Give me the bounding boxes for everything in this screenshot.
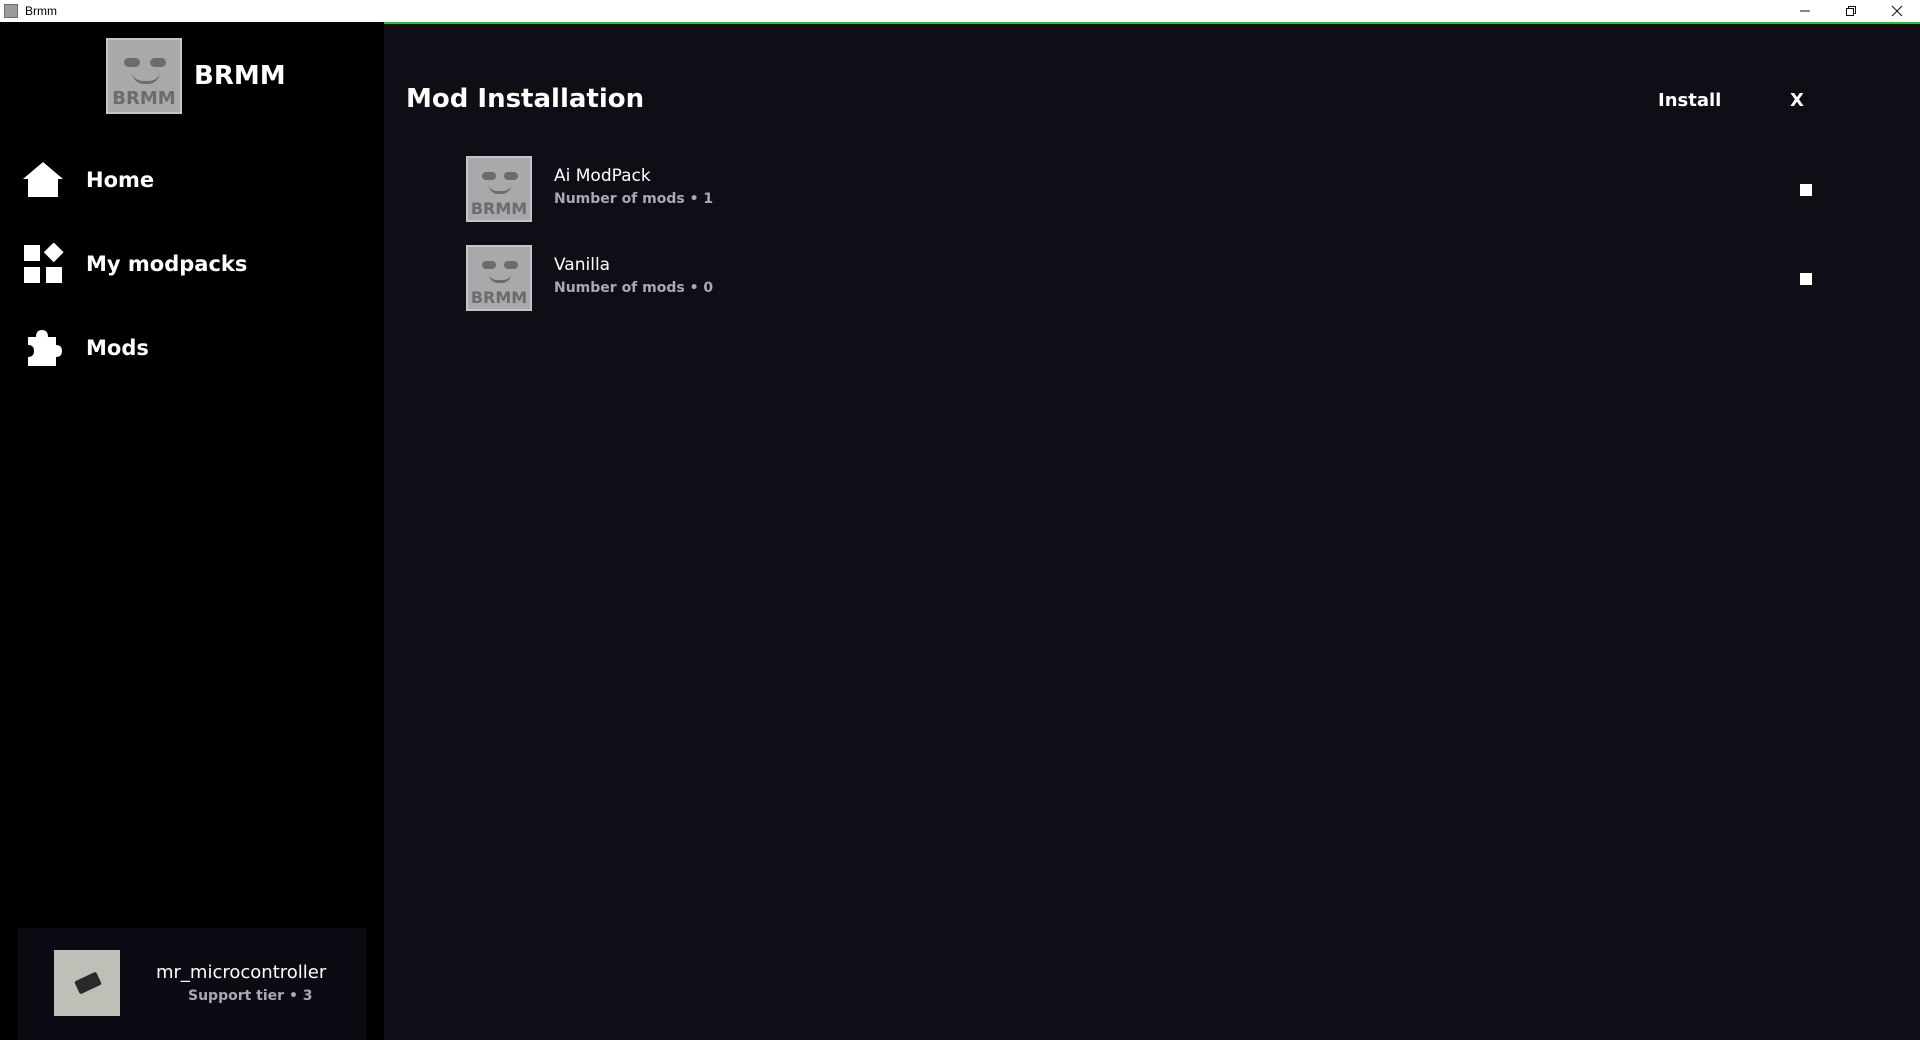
- restore-button[interactable]: [1828, 0, 1874, 22]
- puzzle-icon: [22, 327, 64, 369]
- modpack-thumbnail: BRMM: [466, 156, 532, 222]
- username: mr_microcontroller: [156, 962, 327, 983]
- modpack-thumbnail: BRMM: [466, 245, 532, 311]
- minimize-icon: [1800, 10, 1810, 12]
- sidebar-item-mods[interactable]: Mods: [22, 324, 247, 372]
- modpack-mod-count: Number of mods • 0: [554, 280, 714, 296]
- app-icon: [4, 4, 18, 18]
- modpack-checkbox[interactable]: [1800, 184, 1812, 196]
- sidebar-item-label: My modpacks: [86, 252, 248, 276]
- main-panel: Mod Installation Install X BRMM Ai ModPa…: [384, 22, 1920, 1040]
- modpack-name: Ai ModPack: [554, 166, 651, 186]
- home-icon: [22, 159, 64, 201]
- title-bar: Brmm: [0, 0, 1920, 22]
- sidebar-item-label: Mods: [86, 336, 149, 360]
- thumbnail-text: BRMM: [470, 199, 528, 218]
- progress-line: [384, 22, 1920, 24]
- widgets-icon: [22, 243, 64, 285]
- support-tier: Support tier • 3: [188, 988, 313, 1004]
- modpack-mod-count: Number of mods • 1: [554, 191, 714, 207]
- sidebar-item-label: Home: [86, 168, 155, 192]
- thumbnail-text: BRMM: [470, 288, 528, 307]
- restore-icon: [1846, 6, 1856, 16]
- modpack-checkbox[interactable]: [1800, 273, 1812, 285]
- sidebar: BRMM BRMM Home My modpacks Mods mr_micro…: [0, 22, 384, 1040]
- close-window-button[interactable]: [1874, 0, 1920, 22]
- brand-logo-text: BRMM: [112, 88, 176, 109]
- brand-name: BRMM: [194, 61, 286, 91]
- close-icon: [1891, 5, 1903, 17]
- minimize-button[interactable]: [1782, 0, 1828, 22]
- brand-logo: BRMM: [106, 38, 182, 114]
- sidebar-item-home[interactable]: Home: [22, 156, 247, 204]
- modpack-list: BRMM Ai ModPack Number of mods • 1 BRMM …: [466, 156, 1826, 334]
- brand: BRMM BRMM: [106, 38, 286, 114]
- page-title: Mod Installation: [406, 84, 645, 114]
- user-card[interactable]: mr_microcontroller Support tier • 3: [18, 928, 366, 1040]
- window-controls: [1782, 0, 1920, 22]
- close-button[interactable]: X: [1790, 90, 1804, 111]
- modpack-name: Vanilla: [554, 255, 611, 275]
- window-title: Brmm: [25, 4, 57, 18]
- list-item[interactable]: BRMM Ai ModPack Number of mods • 1: [466, 156, 1826, 222]
- sidebar-nav: Home My modpacks Mods: [22, 156, 247, 408]
- list-item[interactable]: BRMM Vanilla Number of mods • 0: [466, 245, 1826, 311]
- sidebar-item-my-modpacks[interactable]: My modpacks: [22, 240, 247, 288]
- install-button[interactable]: Install: [1658, 90, 1721, 111]
- avatar: [54, 950, 120, 1016]
